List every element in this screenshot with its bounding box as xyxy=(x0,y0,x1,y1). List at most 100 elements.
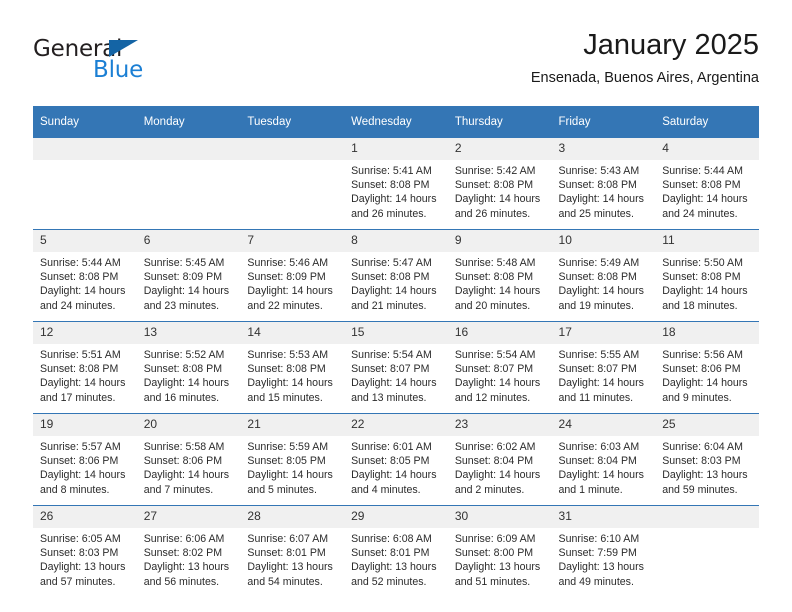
calendar-week-row: 19 Sunrise: 5:57 AM Sunset: 8:06 PM Dayligh… xyxy=(33,413,759,506)
calendar-day-cell-empty xyxy=(240,138,345,230)
day-details: Sunrise: 5:57 AM Sunset: 8:06 PM Daylight:… xyxy=(33,436,137,497)
calendar-day-cell[interactable]: 28 Sunrise: 6:07 AM Sunset: 8:01 PM Dayligh… xyxy=(240,505,345,597)
general-blue-logo: General Blue xyxy=(33,36,213,92)
daylight-text: Daylight: 14 hours and 16 minutes. xyxy=(143,377,230,404)
sunset-text: Sunset: 8:08 PM xyxy=(40,363,119,376)
calendar-day-cell[interactable]: 3 Sunrise: 5:43 AM Sunset: 8:08 PM Daylight… xyxy=(551,138,656,230)
calendar-day-cell[interactable]: 27 Sunrise: 6:06 AM Sunset: 8:02 PM Dayligh… xyxy=(136,505,241,597)
day-number: 15 xyxy=(344,322,448,344)
day-details: Sunrise: 5:55 AM Sunset: 8:07 PM Daylight:… xyxy=(552,344,656,405)
calendar-day-cell[interactable]: 9 Sunrise: 5:48 AM Sunset: 8:08 PM Daylight… xyxy=(447,229,552,322)
day-number: 5 xyxy=(33,230,137,252)
day-number: 20 xyxy=(136,414,241,436)
day-number: 13 xyxy=(136,322,241,344)
calendar-day-cell[interactable]: 31 Sunrise: 6:10 AM Sunset: 7:59 PM Dayligh… xyxy=(551,505,656,597)
day-details: Sunrise: 6:10 AM Sunset: 7:59 PM Daylight:… xyxy=(552,528,656,589)
calendar-day-cell[interactable]: 21 Sunrise: 5:59 AM Sunset: 8:05 PM Dayligh… xyxy=(240,413,345,506)
daylight-text: Daylight: 14 hours and 13 minutes. xyxy=(351,377,437,404)
calendar-day-cell[interactable]: 22 Sunrise: 6:01 AM Sunset: 8:05 PM Dayligh… xyxy=(344,413,448,506)
calendar-day-cell[interactable]: 25 Sunrise: 6:04 AM Sunset: 8:03 PM Dayligh… xyxy=(655,413,759,506)
day-number xyxy=(240,138,345,160)
sunset-text: Sunset: 8:07 PM xyxy=(454,363,534,376)
calendar-day-cell[interactable]: 15 Sunrise: 5:54 AM Sunset: 8:07 PM Dayligh… xyxy=(344,321,448,414)
day-number: 14 xyxy=(240,322,345,344)
day-details: Sunrise: 6:02 AM Sunset: 8:04 PM Daylight:… xyxy=(448,436,552,497)
sunset-text: Sunset: 8:04 PM xyxy=(558,455,637,468)
sunrise-text: Sunrise: 6:01 AM xyxy=(351,441,432,453)
calendar-day-cell[interactable]: 12 Sunrise: 5:51 AM Sunset: 8:08 PM Dayligh… xyxy=(33,321,137,414)
calendar-day-cell[interactable]: 7 Sunrise: 5:46 AM Sunset: 8:09 PM Daylight… xyxy=(240,229,345,322)
calendar-day-cell[interactable]: 26 Sunrise: 6:05 AM Sunset: 8:03 PM Dayligh… xyxy=(33,505,137,597)
daylight-text: Daylight: 14 hours and 5 minutes. xyxy=(247,469,333,496)
sunrise-text: Sunrise: 5:49 AM xyxy=(558,257,640,269)
calendar-day-cell[interactable]: 14 Sunrise: 5:53 AM Sunset: 8:08 PM Dayligh… xyxy=(240,321,345,414)
calendar-day-cell[interactable]: 19 Sunrise: 5:57 AM Sunset: 8:06 PM Dayligh… xyxy=(33,413,137,506)
daylight-text: Daylight: 14 hours and 12 minutes. xyxy=(454,377,541,404)
day-details: Sunrise: 5:54 AM Sunset: 8:07 PM Daylight:… xyxy=(448,344,552,405)
day-number: 17 xyxy=(551,322,656,344)
sunrise-text: Sunrise: 6:07 AM xyxy=(247,533,329,545)
calendar-day-cell[interactable]: 10 Sunrise: 5:49 AM Sunset: 8:08 PM Dayligh… xyxy=(551,229,656,322)
calendar-day-cell[interactable]: 18 Sunrise: 5:56 AM Sunset: 8:06 PM Dayligh… xyxy=(655,321,759,414)
sunrise-text: Sunrise: 5:52 AM xyxy=(143,349,225,361)
calendar-day-cell[interactable]: 17 Sunrise: 5:55 AM Sunset: 8:07 PM Dayligh… xyxy=(551,321,656,414)
day-number: 10 xyxy=(551,230,656,252)
calendar-day-cell[interactable]: 16 Sunrise: 5:54 AM Sunset: 8:07 PM Dayligh… xyxy=(447,321,552,414)
calendar-body: 1 Sunrise: 5:41 AM Sunset: 8:08 PM Daylight… xyxy=(33,138,759,597)
calendar-day-cell[interactable]: 24 Sunrise: 6:03 AM Sunset: 8:04 PM Dayligh… xyxy=(551,413,656,506)
calendar-day-cell[interactable]: 30 Sunrise: 6:09 AM Sunset: 8:00 PM Dayligh… xyxy=(447,505,552,597)
daylight-text: Daylight: 14 hours and 8 minutes. xyxy=(40,469,126,496)
day-number: 31 xyxy=(551,506,656,528)
sunrise-text: Sunrise: 6:03 AM xyxy=(558,441,640,453)
sunset-text: Sunset: 8:08 PM xyxy=(454,271,534,284)
daylight-text: Daylight: 14 hours and 1 minute. xyxy=(558,469,644,496)
sunrise-text: Sunrise: 5:55 AM xyxy=(558,349,640,361)
daylight-text: Daylight: 14 hours and 26 minutes. xyxy=(454,193,541,220)
daylight-text: Daylight: 13 hours and 57 minutes. xyxy=(40,561,126,588)
sunset-text: Sunset: 8:08 PM xyxy=(558,179,637,192)
sunset-text: Sunset: 8:00 PM xyxy=(454,547,534,560)
day-number: 9 xyxy=(447,230,552,252)
weekday-header-sunday: Sunday xyxy=(33,106,137,138)
calendar-day-cell[interactable]: 1 Sunrise: 5:41 AM Sunset: 8:08 PM Daylight… xyxy=(344,138,448,230)
calendar-day-cell[interactable]: 2 Sunrise: 5:42 AM Sunset: 8:08 PM Daylight… xyxy=(447,138,552,230)
sunset-text: Sunset: 8:08 PM xyxy=(351,179,430,192)
weekday-header-wednesday: Wednesday xyxy=(344,106,448,138)
calendar-week-row: 5 Sunrise: 5:44 AM Sunset: 8:08 PM Daylight… xyxy=(33,229,759,322)
day-details: Sunrise: 5:59 AM Sunset: 8:05 PM Daylight:… xyxy=(240,436,344,497)
daylight-text: Daylight: 14 hours and 22 minutes. xyxy=(247,285,333,312)
sunset-text: Sunset: 8:01 PM xyxy=(247,547,326,560)
day-number xyxy=(33,138,137,160)
day-number: 29 xyxy=(344,506,448,528)
day-details: Sunrise: 5:44 AM Sunset: 8:08 PM Daylight:… xyxy=(655,160,759,221)
sunset-text: Sunset: 8:02 PM xyxy=(143,547,223,560)
daylight-text: Daylight: 13 hours and 59 minutes. xyxy=(662,469,748,496)
calendar-day-cell[interactable]: 20 Sunrise: 5:58 AM Sunset: 8:06 PM Dayligh… xyxy=(136,413,241,506)
day-number: 3 xyxy=(551,138,656,160)
calendar-day-cell[interactable]: 6 Sunrise: 5:45 AM Sunset: 8:09 PM Daylight… xyxy=(136,229,241,322)
day-number: 18 xyxy=(655,322,759,344)
day-number: 28 xyxy=(240,506,345,528)
calendar-day-cell[interactable]: 5 Sunrise: 5:44 AM Sunset: 8:08 PM Daylight… xyxy=(33,229,137,322)
sunset-text: Sunset: 8:06 PM xyxy=(40,455,119,468)
page-title: January 2025 xyxy=(583,29,759,61)
calendar-day-cell[interactable]: 13 Sunrise: 5:52 AM Sunset: 8:08 PM Dayligh… xyxy=(136,321,241,414)
title-block: January 2025 Ensenada, Buenos Aires, Arg… xyxy=(531,28,759,88)
sunrise-text: Sunrise: 5:58 AM xyxy=(143,441,225,453)
day-number: 21 xyxy=(240,414,345,436)
day-details: Sunrise: 6:01 AM Sunset: 8:05 PM Daylight:… xyxy=(344,436,448,497)
day-details: Sunrise: 6:07 AM Sunset: 8:01 PM Daylight:… xyxy=(240,528,344,589)
calendar-day-cell[interactable]: 11 Sunrise: 5:50 AM Sunset: 8:08 PM Dayligh… xyxy=(655,229,759,322)
daylight-text: Daylight: 14 hours and 21 minutes. xyxy=(351,285,437,312)
calendar-day-cell[interactable]: 4 Sunrise: 5:44 AM Sunset: 8:08 PM Daylight… xyxy=(655,138,759,230)
calendar-week-row: 12 Sunrise: 5:51 AM Sunset: 8:08 PM Dayligh… xyxy=(33,321,759,414)
sunrise-text: Sunrise: 5:43 AM xyxy=(558,165,640,177)
daylight-text: Daylight: 14 hours and 25 minutes. xyxy=(558,193,644,220)
day-details: Sunrise: 5:46 AM Sunset: 8:09 PM Daylight:… xyxy=(240,252,344,313)
daylight-text: Daylight: 13 hours and 54 minutes. xyxy=(247,561,333,588)
calendar-day-cell[interactable]: 23 Sunrise: 6:02 AM Sunset: 8:04 PM Dayligh… xyxy=(447,413,552,506)
day-details: Sunrise: 5:44 AM Sunset: 8:08 PM Daylight:… xyxy=(33,252,137,313)
sunset-text: Sunset: 8:04 PM xyxy=(454,455,534,468)
calendar-day-cell[interactable]: 29 Sunrise: 6:08 AM Sunset: 8:01 PM Dayligh… xyxy=(344,505,448,597)
calendar-day-cell[interactable]: 8 Sunrise: 5:47 AM Sunset: 8:08 PM Daylight… xyxy=(344,229,448,322)
